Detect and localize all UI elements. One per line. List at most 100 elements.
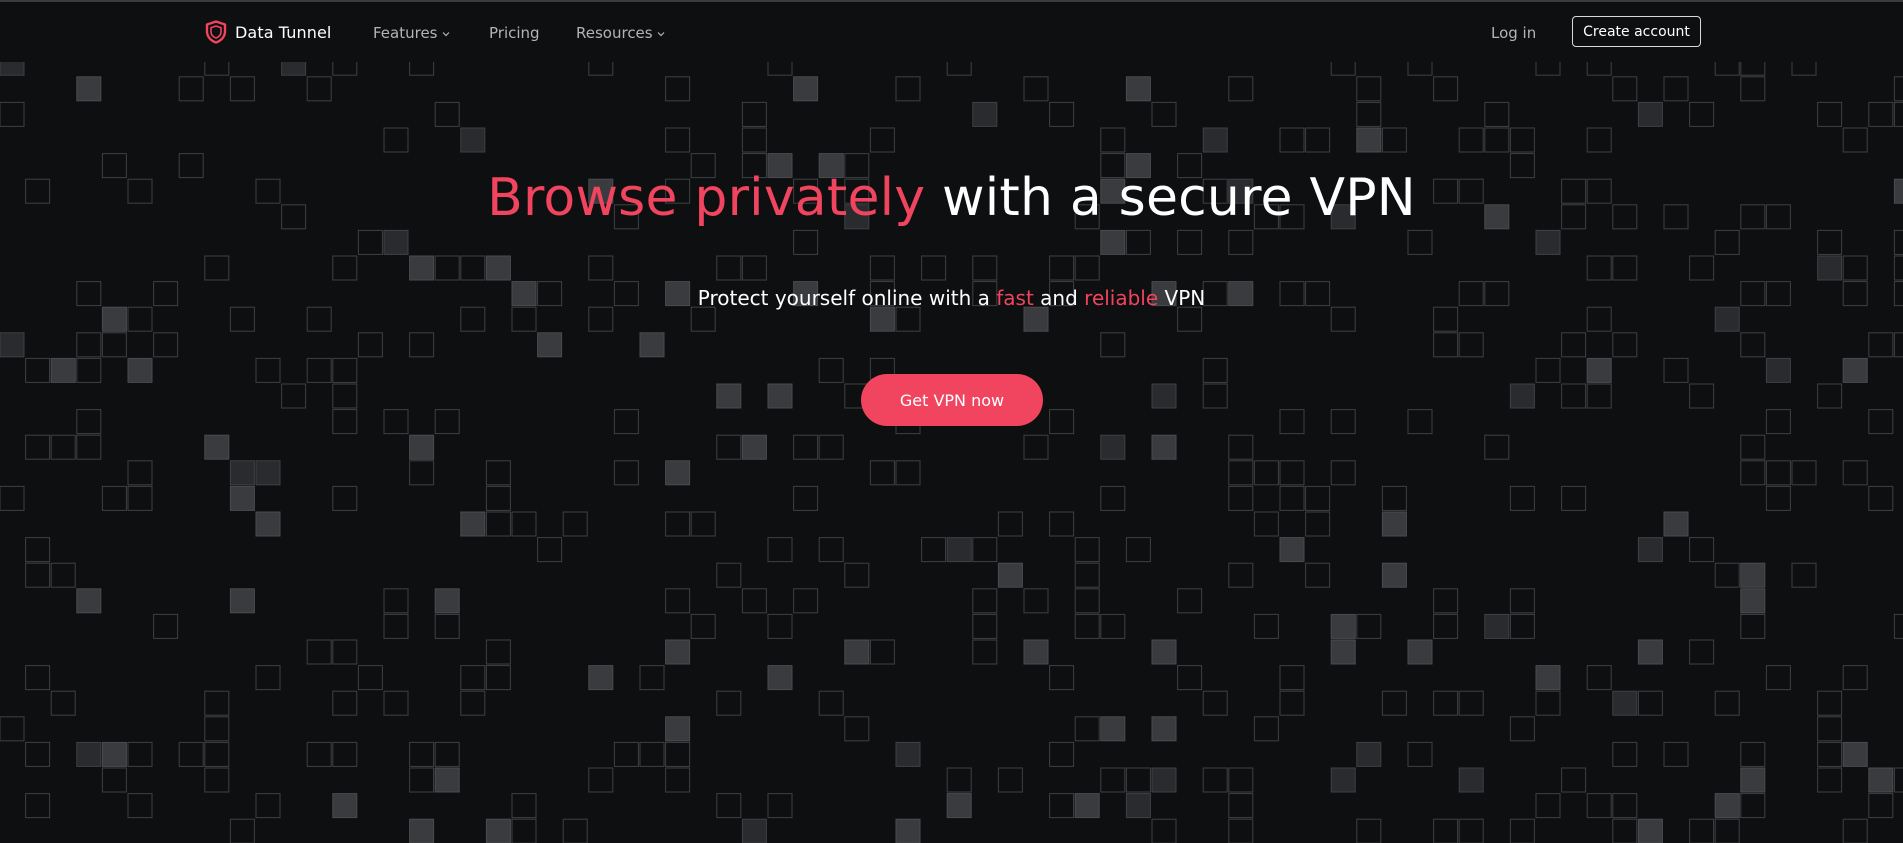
grid-cell xyxy=(1228,767,1254,793)
grid-cell xyxy=(127,793,153,819)
grid-cell xyxy=(25,434,51,460)
grid-cell xyxy=(741,434,767,460)
grid-cell xyxy=(383,690,409,716)
grid-cell xyxy=(127,485,153,511)
grid-cell xyxy=(1689,537,1715,563)
grid-cell xyxy=(1228,229,1254,255)
grid-cell xyxy=(357,332,383,358)
grid-cell xyxy=(1509,818,1535,843)
grid-cell xyxy=(1433,76,1459,102)
grid-cell xyxy=(306,741,332,767)
grid-cell xyxy=(306,357,332,383)
grid-cell xyxy=(0,101,25,127)
grid-cell xyxy=(153,613,179,639)
grid-cell xyxy=(895,306,921,332)
grid-cell xyxy=(178,76,204,102)
grid-cell xyxy=(665,639,691,665)
create-account-button[interactable]: Create account xyxy=(1572,16,1701,47)
grid-cell xyxy=(844,639,870,665)
grid-cell xyxy=(1509,485,1535,511)
grid-cell xyxy=(767,537,793,563)
grid-cell xyxy=(1714,690,1740,716)
grid-cell xyxy=(690,306,716,332)
grid-cell xyxy=(1100,332,1126,358)
nav-resources[interactable]: Resources xyxy=(576,24,665,42)
grid-cell xyxy=(25,665,51,691)
grid-cell xyxy=(1125,793,1151,819)
grid-cell xyxy=(1202,127,1228,153)
grid-cell xyxy=(101,767,127,793)
get-vpn-button[interactable]: Get VPN now xyxy=(861,374,1043,426)
grid-cell xyxy=(332,741,358,767)
grid-cell xyxy=(1612,793,1638,819)
grid-cell xyxy=(485,511,511,537)
login-link[interactable]: Log in xyxy=(1491,24,1536,42)
grid-cell xyxy=(255,460,281,486)
grid-cell xyxy=(1381,511,1407,537)
grid-cell xyxy=(460,690,486,716)
grid-cell xyxy=(1484,613,1510,639)
grid-cell xyxy=(485,255,511,281)
grid-cell xyxy=(818,690,844,716)
grid-cell xyxy=(101,306,127,332)
grid-cell xyxy=(1151,383,1177,409)
nav-features-label: Features xyxy=(373,24,438,42)
grid-cell xyxy=(1074,562,1100,588)
grid-cell xyxy=(153,332,179,358)
grid-cell xyxy=(1868,332,1894,358)
nav-pricing[interactable]: Pricing xyxy=(489,24,540,42)
grid-cell xyxy=(972,255,998,281)
grid-cell xyxy=(1125,767,1151,793)
grid-cell xyxy=(562,511,588,537)
grid-cell xyxy=(1868,793,1894,819)
nav-features[interactable]: Features xyxy=(373,24,450,42)
grid-cell xyxy=(1125,76,1151,102)
grid-cell xyxy=(25,537,51,563)
grid-cell xyxy=(1663,511,1689,537)
grid-cell xyxy=(1279,460,1305,486)
grid-cell xyxy=(332,690,358,716)
grid-cell xyxy=(1381,127,1407,153)
grid-cell xyxy=(76,357,102,383)
grid-cell xyxy=(1509,613,1535,639)
grid-cell xyxy=(25,562,51,588)
grid-cell xyxy=(1740,793,1766,819)
grid-cell xyxy=(1433,690,1459,716)
grid-cell xyxy=(1100,716,1126,742)
grid-cell xyxy=(1074,537,1100,563)
grid-cell xyxy=(1612,332,1638,358)
grid-cell xyxy=(818,434,844,460)
grid-cell xyxy=(255,665,281,691)
grid-cell xyxy=(485,460,511,486)
grid-cell xyxy=(332,357,358,383)
grid-cell xyxy=(485,639,511,665)
grid-cell xyxy=(1586,255,1612,281)
grid-cell xyxy=(1740,332,1766,358)
grid-cell xyxy=(1202,690,1228,716)
grid-cell xyxy=(665,76,691,102)
grid-cell xyxy=(1612,255,1638,281)
grid-cell xyxy=(1279,409,1305,435)
grid-cell xyxy=(639,332,665,358)
grid-cell xyxy=(409,255,435,281)
brand-logo[interactable]: Data Tunnel xyxy=(205,20,331,44)
grid-cell xyxy=(844,716,870,742)
grid-cell xyxy=(383,613,409,639)
grid-cell xyxy=(1689,383,1715,409)
grid-cell xyxy=(511,793,537,819)
grid-cell xyxy=(1535,793,1561,819)
grid-cell xyxy=(588,665,614,691)
grid-cell xyxy=(434,613,460,639)
grid-cell xyxy=(1689,255,1715,281)
grid-cell xyxy=(895,741,921,767)
grid-cell xyxy=(972,101,998,127)
grid-cell xyxy=(1612,741,1638,767)
grid-cell xyxy=(1023,306,1049,332)
grid-cell xyxy=(1330,767,1356,793)
grid-cell xyxy=(1740,767,1766,793)
grid-cell xyxy=(1740,434,1766,460)
grid-cell xyxy=(741,255,767,281)
grid-cell xyxy=(639,741,665,767)
grid-cell xyxy=(1151,818,1177,843)
grid-cell xyxy=(972,639,998,665)
